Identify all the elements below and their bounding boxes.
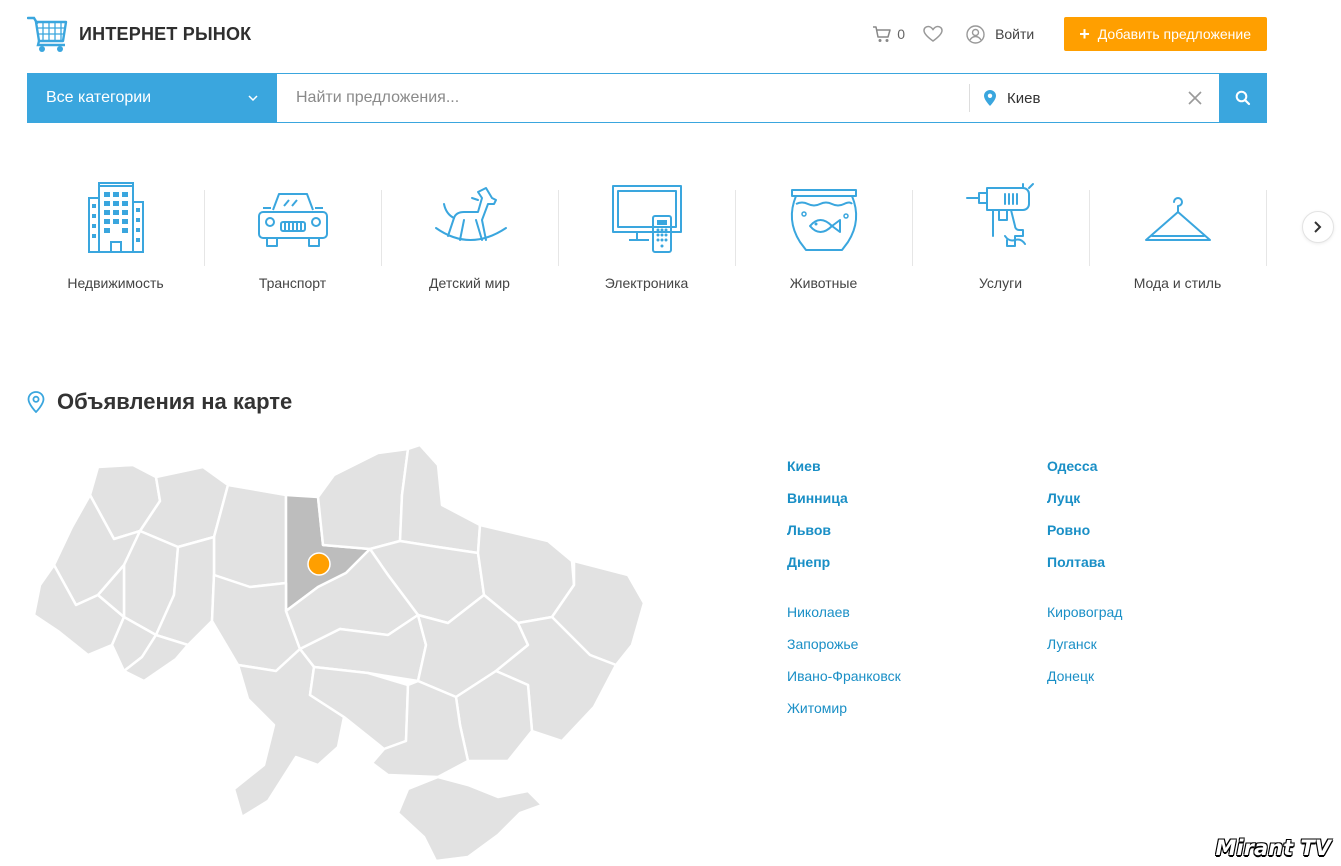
category-item-electronics[interactable]: Электроника: [558, 180, 735, 295]
city-link[interactable]: Одесса: [1047, 458, 1122, 490]
city-link[interactable]: Житомир: [787, 700, 901, 732]
category-label: Транспорт: [258, 275, 327, 291]
category-dropdown-label: Все категории: [46, 89, 152, 106]
cart-button[interactable]: 0: [872, 25, 905, 43]
city-link[interactable]: Луцк: [1047, 490, 1122, 522]
city-link[interactable]: Львов: [787, 522, 901, 554]
category-item-services[interactable]: Услуги: [912, 180, 1089, 295]
tv-remote-icon: [611, 185, 682, 253]
hanger-icon: [1144, 197, 1211, 241]
category-label: Электроника: [604, 275, 689, 291]
category-item-transport[interactable]: Транспорт: [204, 180, 381, 295]
category-label: Мода и стиль: [1133, 275, 1222, 291]
map-region-zhytomyr[interactable]: [212, 483, 288, 589]
logo-text: ИНТЕРНЕТ РЫНОК: [79, 23, 252, 44]
drill-icon: [965, 183, 1034, 247]
location-pin-outline-icon: [27, 391, 45, 413]
shopping-cart-logo-icon: [27, 16, 68, 52]
map-region-vinnytsia[interactable]: [210, 573, 302, 673]
favorites-button[interactable]: [923, 25, 943, 43]
map-region-chernihiv[interactable]: [316, 447, 410, 551]
city-list-right: Одесса Луцк Ровно Полтава Кировоград Луг…: [1047, 458, 1122, 700]
category-label: Услуги: [978, 275, 1023, 291]
car-icon: [257, 193, 328, 247]
map-section-title: Объявления на карте: [27, 389, 292, 415]
category-item-real-estate[interactable]: Недвижимость: [27, 180, 204, 295]
city-link[interactable]: Днепр: [787, 554, 901, 586]
ukraine-map: [32, 445, 646, 863]
cart-count: 0: [897, 26, 906, 42]
chevron-right-icon: [1314, 221, 1322, 233]
selected-city-marker[interactable]: [307, 552, 331, 576]
category-label: Недвижимость: [67, 275, 164, 291]
category-carousel: Недвижимость Транспорт Детский мир Элект…: [27, 180, 1267, 295]
cart-icon: [873, 26, 892, 42]
city-link[interactable]: Киев: [787, 458, 901, 490]
carousel-next-button[interactable]: [1302, 211, 1334, 243]
city-list-gap: [787, 586, 901, 604]
heart-icon: [923, 25, 943, 42]
building-icon: [87, 182, 144, 253]
map-section-heading: Объявления на карте: [57, 389, 293, 414]
login-button[interactable]: Войти: [966, 24, 1035, 44]
city-link[interactable]: Винница: [787, 490, 901, 522]
city-link[interactable]: Луганск: [1047, 636, 1122, 668]
category-dropdown[interactable]: Все категории: [27, 73, 277, 123]
city-link[interactable]: Кировоград: [1047, 604, 1122, 636]
add-offer-button[interactable]: + Добавить предложение: [1064, 17, 1267, 51]
city-list-left: Киев Винница Львов Днепр Николаев Запоро…: [787, 458, 901, 732]
category-label: Детский мир: [429, 275, 510, 291]
user-icon: [966, 24, 985, 44]
rocking-horse-icon: [434, 187, 507, 241]
plus-icon: +: [1079, 24, 1090, 44]
category-label: Животные: [789, 275, 858, 291]
search-query-wrapper: [277, 73, 969, 123]
header-actions: 0 Войти + Добавить предложение: [872, 17, 1267, 51]
city-list-gap: [1047, 586, 1122, 604]
city-value: Киев: [1007, 89, 1041, 107]
fishbowl-icon: [790, 189, 857, 251]
map-region-sumy[interactable]: [398, 445, 482, 555]
category-item-kids[interactable]: Детский мир: [381, 180, 558, 295]
category-item-fashion[interactable]: Мода и стиль: [1089, 180, 1267, 295]
city-field[interactable]: Киев: [969, 73, 1219, 123]
location-pin-icon: [984, 90, 996, 106]
category-item-animals[interactable]: Животные: [735, 180, 912, 295]
city-link[interactable]: Ивано-Франковск: [787, 668, 901, 700]
chevron-down-icon: [248, 95, 258, 101]
login-label: Войти: [995, 26, 1035, 42]
search-bar: Все категории Киев: [27, 73, 1267, 123]
map-region-crimea[interactable]: [396, 775, 544, 863]
city-link[interactable]: Донецк: [1047, 668, 1122, 700]
city-link[interactable]: Ровно: [1047, 522, 1122, 554]
city-link[interactable]: Запорожье: [787, 636, 901, 668]
search-input[interactable]: [277, 74, 969, 122]
search-button[interactable]: [1219, 73, 1267, 123]
watermark: Mirant TV: [1215, 836, 1332, 860]
city-link[interactable]: Николаев: [787, 604, 901, 636]
search-icon: [1235, 90, 1251, 106]
close-icon[interactable]: [1188, 91, 1202, 105]
city-link[interactable]: Полтава: [1047, 554, 1122, 586]
add-offer-label: Добавить предложение: [1097, 26, 1251, 42]
site-logo[interactable]: ИНТЕРНЕТ РЫНОК: [27, 14, 251, 54]
